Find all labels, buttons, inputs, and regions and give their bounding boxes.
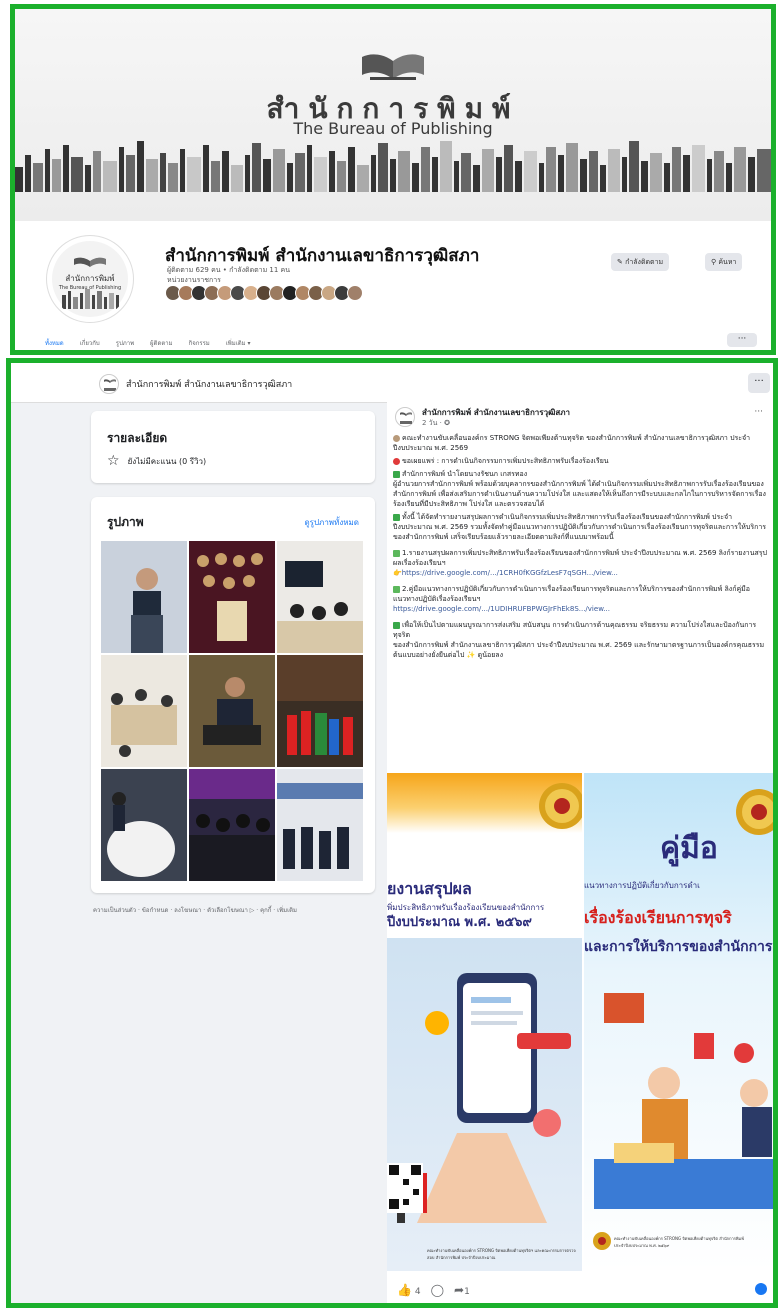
star-icon: ☆ (107, 453, 120, 469)
green-square-emoji-icon (393, 621, 400, 629)
share-icon: ➦ (454, 1283, 465, 1297)
like-button[interactable]: 👍 4 (397, 1283, 421, 1297)
tab-events[interactable]: กิจกรรม (189, 338, 210, 350)
image2-subheading: แนวทางการปฏิบัติเกี่ยวกับการดำเ (584, 881, 700, 890)
thumbs-up-icon: 👍 (397, 1283, 412, 1297)
footer-links[interactable]: ความเป็นส่วนตัว · ข้อกำหนด · ลงโฆษณา · ต… (93, 905, 297, 915)
emblem-small-icon (593, 1232, 611, 1250)
like-count: 4 (414, 1287, 421, 1297)
manual-link[interactable]: https://drive.google.com/.../1UDIHRUFBPW… (393, 605, 610, 613)
comment-icon: ◯ (430, 1283, 444, 1297)
tab-followers[interactable]: ผู้ติดตาม (150, 338, 173, 350)
feed-post: สำนักการพิมพ์ สำนักงานเลขาธิการวุฒิสภา 2… (387, 401, 773, 1303)
post-timestamp[interactable]: 2 วัน · ✪ (422, 418, 450, 429)
photo-thumbnail[interactable] (189, 769, 275, 881)
share-button[interactable]: ➦1 (454, 1283, 470, 1297)
check-emoji-icon (393, 549, 400, 557)
report-link[interactable]: https://drive.google.com/.../1CRH0fKGGfz… (402, 569, 618, 577)
details-card: รายละเอียด ☆ ยังไม่มีคะแนน (0 รีวิว) (91, 411, 375, 483)
follower-avatars[interactable] (165, 285, 363, 301)
pointing-hand-icon: 👉 (393, 569, 402, 577)
photo-thumbnail[interactable] (101, 769, 187, 881)
header-avatar[interactable] (99, 374, 119, 394)
image2-title-blue: และการให้บริการของสำนักการ (584, 939, 773, 955)
photo-thumbnail[interactable] (189, 541, 275, 653)
profile-tabs: ทั้งหมด เกี่ยวกับ รูปภาพ ผู้ติดตาม กิจกร… (45, 338, 251, 350)
cover-photo[interactable]: สำนักการพิมพ์ The Bureau of Publishing (15, 9, 771, 221)
post-image-report[interactable]: ยงานสรุปผล พิ่มประสิทธิภาพรับเรื่องร้องเ… (387, 773, 582, 1271)
photo-thumbnail[interactable] (277, 541, 363, 653)
photos-card: รูปภาพ ดูรูปภาพทั้งหมด (91, 497, 375, 893)
photo-thumbnail[interactable] (101, 655, 187, 767)
image1-year: ปีงบประมาณ พ.ศ. ๒๕๖๙ (387, 915, 532, 930)
phone-illustration (397, 973, 571, 1223)
green-square-emoji-icon (393, 470, 400, 478)
service-desk-illustration (594, 993, 773, 1209)
post-options-button[interactable]: ··· (754, 407, 763, 417)
image2-heading: คู่มือ (660, 831, 718, 866)
reaction-bar: 👍 4 ◯ ➦1 (397, 1283, 470, 1297)
photo-thumbnail[interactable] (277, 655, 363, 767)
see-all-photos-link[interactable]: ดูรูปภาพทั้งหมด (304, 516, 359, 529)
page-feed-frame: สำนักการพิมพ์ สำนักงานเลขาธิการวุฒิสภา ·… (6, 358, 778, 1308)
rating-text: ยังไม่มีคะแนน (0 รีวิว) (127, 456, 207, 466)
photo-thumbnail[interactable] (277, 769, 363, 881)
header-page-name[interactable]: สำนักการพิมพ์ สำนักงานเลขาธิการวุฒิสภา (126, 377, 292, 391)
photo-grid (101, 541, 363, 881)
page-header-frame: สำนักการพิมพ์ The Bureau of Publishing ส… (10, 4, 776, 355)
following-button[interactable]: ✎ กำลังติดตาม (611, 253, 670, 271)
rating-row: ☆ ยังไม่มีคะแนน (0 รีวิว) (107, 453, 206, 469)
share-count: 1 (464, 1287, 470, 1297)
green-square-emoji-icon (393, 513, 400, 521)
photo-thumbnail[interactable] (189, 655, 275, 767)
details-title: รายละเอียด (107, 431, 168, 445)
cover-title-english: The Bureau of Publishing (293, 119, 493, 138)
post-author-avatar[interactable] (395, 407, 415, 427)
image1-footer: คณะทำงานขับเคลื่อนองค์กร STRONG จิตพอเพี… (427, 1248, 576, 1260)
image1-heading: ยงานสรุปผล (387, 879, 472, 898)
image2-footer: คณะทำงานขับเคลื่อนองค์กร STRONG จิตพอเพี… (614, 1236, 744, 1248)
tab-more[interactable]: เพิ่มเติม ▾ (226, 338, 251, 350)
open-book-icon (362, 54, 424, 80)
tab-about[interactable]: เกี่ยวกับ (80, 338, 100, 350)
bookshelf-graphic (15, 141, 771, 192)
profile-more-button[interactable]: ··· (727, 333, 757, 347)
photos-title: รูปภาพ (107, 515, 144, 529)
check-emoji-icon (393, 585, 400, 593)
sticky-header: สำนักการพิมพ์ สำนักงานเลขาธิการวุฒิสภา ·… (11, 363, 773, 403)
svg-text:สำนักการพิมพ์: สำนักการพิมพ์ (65, 273, 114, 283)
image2-title-red: เรื่องร้องเรียนการทุจริ (584, 908, 732, 927)
comment-button[interactable]: ◯ (431, 1283, 444, 1297)
emblem-icon (539, 783, 582, 829)
post-image-manual[interactable]: คู่มือ แนวทางการปฏิบัติเกี่ยวกับการดำเ เ… (584, 773, 773, 1271)
header-more-button[interactable]: ··· (748, 373, 770, 393)
photo-thumbnail[interactable] (101, 541, 187, 653)
people-emoji-icon (393, 434, 400, 442)
messenger-icon[interactable] (755, 1283, 767, 1295)
search-button[interactable]: ⚲ ค้นหา (705, 253, 743, 271)
following-icon: ✎ (617, 258, 626, 266)
profile-avatar[interactable]: สำนักการพิมพ์ The Bureau of Publishing (47, 236, 133, 322)
tab-photos[interactable]: รูปภาพ (116, 338, 134, 350)
post-text: คณะทำงานขับเคลื่อนองค์กร STRONG จิตพอเพี… (393, 434, 767, 659)
qr-code-icon (387, 1163, 423, 1213)
red-circle-emoji-icon (393, 457, 400, 465)
tab-all[interactable]: ทั้งหมด (45, 338, 64, 350)
emblem-icon (736, 789, 773, 835)
